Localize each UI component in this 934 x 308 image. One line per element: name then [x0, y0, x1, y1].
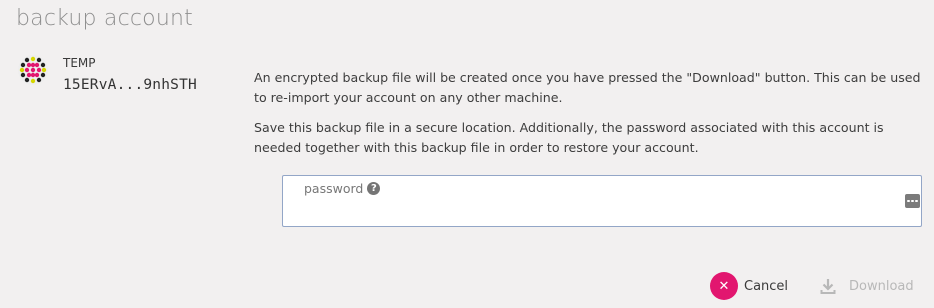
password-label-row: password ? [304, 181, 381, 196]
question-circle-icon[interactable]: ? [367, 182, 381, 195]
download-icon [820, 279, 836, 294]
password-input[interactable] [303, 198, 883, 222]
download-label: Download [849, 278, 914, 294]
ellipsis-keypad-icon[interactable] [905, 194, 920, 208]
cancel-button[interactable]: ✕ Cancel [710, 272, 788, 300]
account-address: 15ERvA...9nhSTH [63, 77, 197, 93]
account-summary: TEMP 15ERvA...9nhSTH [18, 55, 197, 93]
download-button[interactable]: Download [820, 278, 914, 294]
dialog-title: backup account [16, 6, 193, 31]
cancel-label: Cancel [744, 278, 789, 294]
account-text: TEMP 15ERvA...9nhSTH [63, 56, 197, 93]
account-name: TEMP [63, 56, 96, 70]
account-identicon [18, 55, 48, 85]
password-field[interactable]: password ? [282, 175, 922, 227]
backup-security-note: Save this backup file in a secure locati… [254, 120, 884, 155]
close-icon: ✕ [710, 272, 738, 300]
password-label: password [304, 181, 364, 196]
backup-description: An encrypted backup file will be created… [254, 70, 921, 105]
